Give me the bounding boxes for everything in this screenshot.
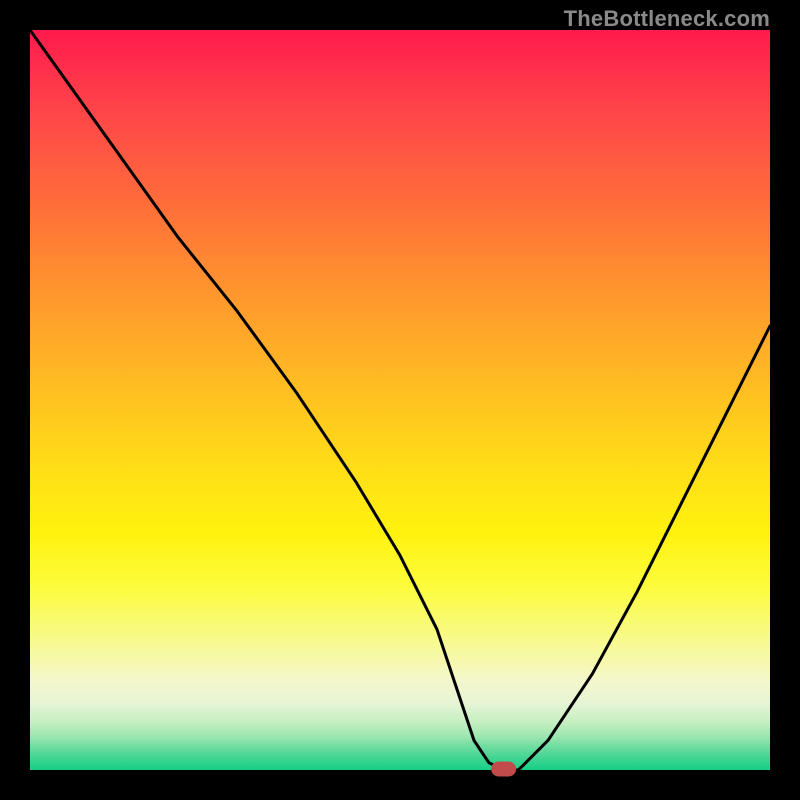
chart-frame: TheBottleneck.com: [0, 0, 800, 800]
optimal-point-marker: [492, 762, 516, 776]
watermark-text: TheBottleneck.com: [564, 6, 770, 32]
curve-svg: [30, 30, 770, 770]
bottleneck-curve: [30, 30, 770, 770]
